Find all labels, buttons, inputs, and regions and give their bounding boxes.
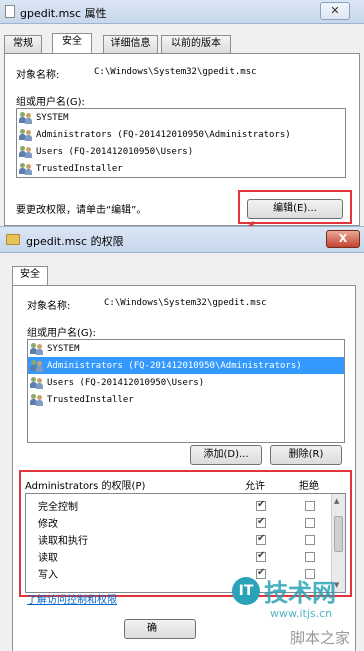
watermark-url: www.itjs.cn [270,607,333,620]
object-name-value: C:\Windows\System32\gpedit.msc [94,67,257,77]
list-item-selected[interactable]: Administrators (FQ-201412010950\Administ… [28,357,344,374]
user-name: TrustedInstaller [36,163,123,174]
tab-details[interactable]: 详细信息 [103,35,158,53]
scroll-thumb[interactable] [334,516,343,552]
users-icon [19,111,33,124]
tab-previous-versions[interactable]: 以前的版本 [161,35,231,53]
site-watermark: IT 技术网 www.itjs.cn 脚本之家 [230,567,364,651]
group-label: 组或用户名(G): [16,97,85,108]
scroll-up-icon[interactable]: ▲ [334,497,339,505]
user-name: SYSTEM [47,343,80,354]
permission-row: 完全控制 [26,497,345,514]
list-item[interactable]: Users (FQ-201412010950\Users) [28,374,344,391]
properties-titlebar: gpedit.msc 属性 ✕ [0,0,364,24]
deny-checkbox[interactable] [305,534,315,545]
user-name: TrustedInstaller [47,394,134,405]
permissions-header-row: Administrators 的权限(P) 允许 拒绝 [25,476,346,492]
user-name: Administrators (FQ-201412010950\Administ… [47,360,302,371]
permission-row: 读取 [26,548,345,565]
tab-general[interactable]: 常规 [4,35,42,53]
deny-checkbox[interactable] [305,517,315,528]
permissions-title: gpedit.msc 的权限 [26,235,124,248]
object-name-label: 对象名称: [16,70,60,81]
object-name-label: 对象名称: [27,301,71,312]
edit-hint: 要更改权限，请单击“编辑”。 [16,205,147,216]
perm-header-label: Administrators 的权限(P) [25,480,146,492]
user-list[interactable]: SYSTEM Administrators (FQ-201412010950\A… [16,108,346,178]
users-icon [19,145,33,158]
document-icon [5,5,15,18]
allow-checkbox[interactable] [256,516,266,528]
user-name: Users (FQ-201412010950\Users) [47,377,205,388]
list-item[interactable]: TrustedInstaller [28,391,344,408]
permission-name: 修改 [38,519,58,530]
permission-name: 完全控制 [38,502,78,513]
list-item[interactable]: SYSTEM [17,109,345,126]
users-icon [30,359,44,372]
edit-button[interactable]: 编辑(E)... [247,199,343,219]
allow-checkbox[interactable] [256,533,266,545]
list-item[interactable]: TrustedInstaller [17,160,345,177]
users-icon [30,393,44,406]
brand-logo-icon: IT [232,577,260,605]
permission-row: 读取和执行 [26,531,345,548]
properties-title: gpedit.msc 属性 [20,7,107,20]
deny-header: 拒绝 [299,480,319,492]
users-icon [19,162,33,175]
folder-icon [6,234,20,245]
permissions-window: gpedit.msc 的权限 X 安全 对象名称: C:\Windows\Sys… [0,226,364,651]
tab-security[interactable]: 安全 [52,33,92,53]
user-list[interactable]: SYSTEM Administrators (FQ-201412010950\A… [27,339,345,443]
allow-header: 允许 [245,480,265,492]
allow-checkbox[interactable] [256,550,266,562]
close-icon[interactable]: ✕ [320,2,350,20]
close-button[interactable]: X [326,230,360,248]
add-button[interactable]: 添加(D)... [190,445,262,465]
user-name: SYSTEM [36,112,69,123]
list-item[interactable]: Administrators (FQ-201412010950\Administ… [17,126,345,143]
list-item[interactable]: SYSTEM [28,340,344,357]
users-icon [30,376,44,389]
permissions-titlebar: gpedit.msc 的权限 X [0,227,364,253]
user-name: Users (FQ-201412010950\Users) [36,146,194,157]
users-icon [19,128,33,141]
deny-checkbox[interactable] [305,551,315,562]
ok-button[interactable]: 确 [124,619,196,639]
tab-security[interactable]: 安全 [12,266,48,286]
permission-name: 读取和执行 [38,536,88,547]
allow-checkbox[interactable] [256,499,266,511]
properties-window: gpedit.msc 属性 ✕ 常规 安全 详细信息 以前的版本 对象名称: C… [0,0,364,226]
user-name: Administrators (FQ-201412010950\Administ… [36,129,291,140]
permission-name: 写入 [38,570,58,581]
list-item[interactable]: Users (FQ-201412010950\Users) [17,143,345,160]
remove-button[interactable]: 删除(R) [270,445,342,465]
object-name-value: C:\Windows\System32\gpedit.msc [104,298,267,308]
learn-access-control-link[interactable]: 了解访问控制和权限 [27,591,117,606]
permission-row: 修改 [26,514,345,531]
deny-checkbox[interactable] [305,500,315,511]
users-icon [30,342,44,355]
watermark-brand: 技术网 [264,579,336,607]
watermark-footer: 脚本之家 [290,629,351,647]
permission-name: 读取 [38,553,58,564]
group-label: 组或用户名(G): [27,328,96,339]
